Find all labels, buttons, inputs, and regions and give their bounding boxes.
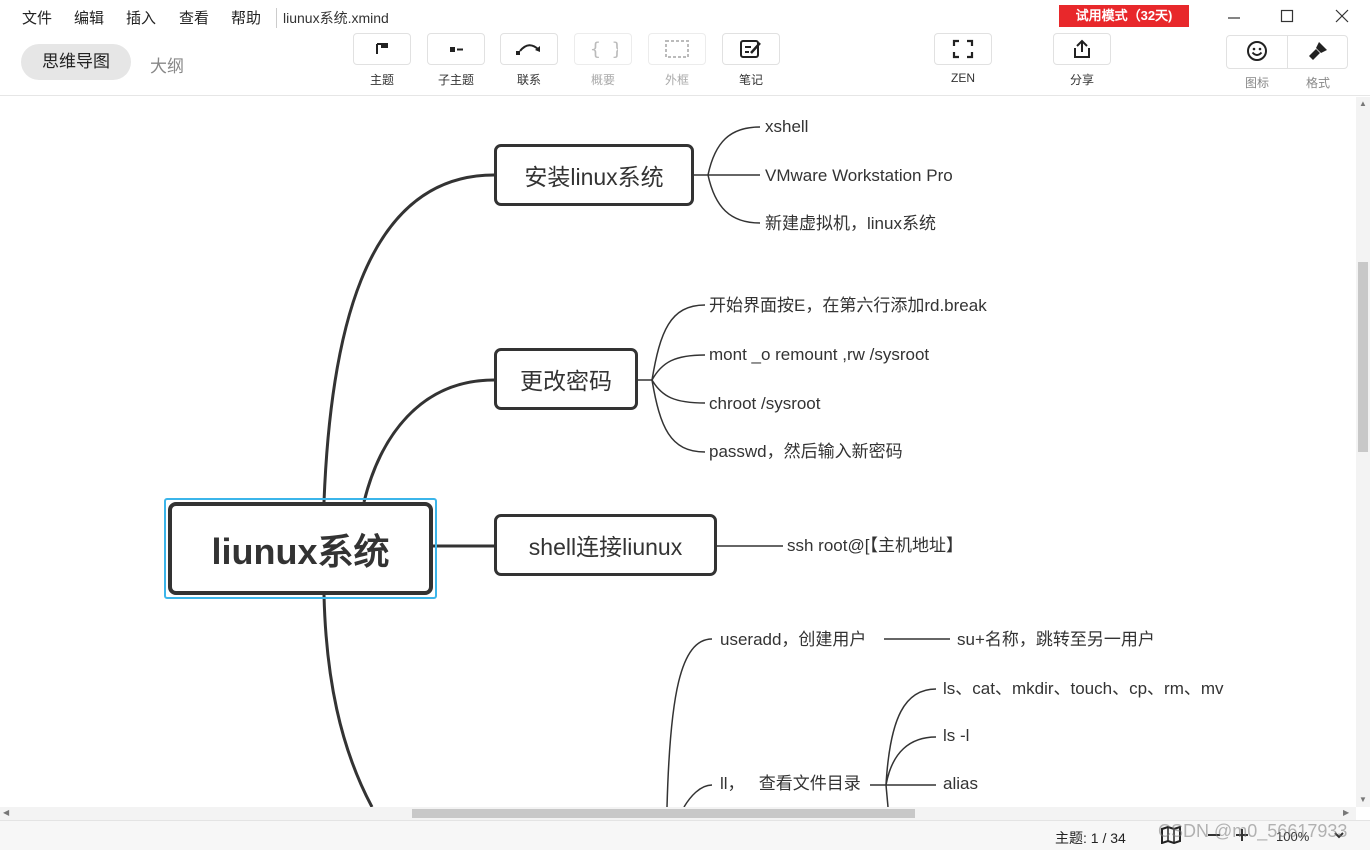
subtopic[interactable]: ll， 查看文件目录 <box>720 774 861 794</box>
subtopic[interactable]: ssh root@[【主机地址】 <box>787 536 963 556</box>
minimize-icon[interactable] <box>1219 2 1249 30</box>
scroll-up-icon[interactable]: ▲ <box>1359 99 1367 108</box>
zen-button[interactable]: ZEN <box>933 33 993 85</box>
mindmap-canvas[interactable]: liunux系统 安装linux系统 更改密码 shell连接liunux xs… <box>0 97 1370 807</box>
note-button[interactable]: 笔记 <box>721 33 781 88</box>
subtopic[interactable]: VMware Workstation Pro <box>765 166 953 186</box>
svg-text:{ }: { } <box>590 39 618 59</box>
note-icon <box>740 40 761 58</box>
share-icon <box>1074 39 1090 58</box>
main-topic[interactable]: 安装linux系统 <box>494 144 694 206</box>
boundary-icon <box>665 40 689 58</box>
topic-count: 主题: 1 / 34 <box>1055 830 1126 846</box>
subtopic[interactable]: useradd，创建用户 <box>720 630 866 650</box>
main-topic[interactable]: 更改密码 <box>494 348 638 410</box>
main-topic[interactable]: shell连接liunux <box>494 514 717 576</box>
subtopic[interactable]: mont _o remount ,rw /sysroot <box>709 345 929 365</box>
tab-outline[interactable]: 大纲 <box>150 52 184 77</box>
scroll-down-icon[interactable]: ▼ <box>1359 795 1367 804</box>
summary-icon: { } <box>590 39 618 59</box>
scroll-left-icon[interactable]: ◀ <box>3 808 9 817</box>
paint-brush-icon <box>1309 42 1327 60</box>
menu-bar: 文件 编辑 插入 查看 帮助 liunux系统.xmind 试用模式（32天) <box>0 0 1370 32</box>
relationship-icon <box>516 44 540 55</box>
format-panel-button[interactable]: 格式 <box>1288 35 1348 91</box>
subtopic[interactable]: ls、cat、mkdir、touch、cp、rm、mv <box>943 679 1224 699</box>
subtopic[interactable]: su+名称，跳转至另一用户 <box>957 630 1155 650</box>
summary-button[interactable]: { } 概要 <box>573 33 633 88</box>
zen-fullscreen-icon <box>952 39 974 59</box>
subtopic[interactable]: passwd，然后输入新密码 <box>709 442 903 462</box>
toolbar: 思维导图 大纲 主题 子主题 联系 { } 概要 外框 笔记 ZEN 分享 图标 <box>0 32 1370 96</box>
subtopic[interactable]: chroot /sysroot <box>709 394 821 414</box>
relationship-button[interactable]: 联系 <box>499 33 559 88</box>
boundary-button[interactable]: 外框 <box>647 33 707 88</box>
status-bar: 主题: 1 / 34 100% CSDN @m0_56617933 <box>0 820 1370 850</box>
subtopic-icon <box>450 47 463 52</box>
tab-mindmap[interactable]: 思维导图 <box>21 44 131 80</box>
trial-badge[interactable]: 试用模式（32天) <box>1059 5 1189 27</box>
file-title: liunux系统.xmind <box>276 8 389 28</box>
central-topic[interactable]: liunux系统 <box>168 502 433 595</box>
subtopic[interactable]: 开始界面按E，在第六行添加rd.break <box>709 296 987 316</box>
share-button[interactable]: 分享 <box>1052 33 1112 88</box>
scroll-right-icon[interactable]: ▶ <box>1343 808 1349 817</box>
subtopic-button[interactable]: 子主题 <box>426 33 486 88</box>
horizontal-scrollbar[interactable]: ◀ ▶ <box>0 807 1356 820</box>
topic-button[interactable]: 主题 <box>352 33 412 88</box>
vertical-scrollbar[interactable]: ▲ ▼ <box>1356 97 1370 807</box>
menu-insert[interactable]: 插入 <box>126 7 156 28</box>
subtopic[interactable]: alias <box>943 774 978 794</box>
vertical-scroll-thumb[interactable] <box>1358 262 1368 452</box>
subtopic[interactable]: xshell <box>765 117 808 137</box>
maximize-icon[interactable] <box>1272 2 1302 30</box>
watermark: CSDN @m0_56617933 <box>1158 821 1348 841</box>
close-icon[interactable] <box>1327 2 1357 30</box>
topic-icon <box>376 43 388 54</box>
horizontal-scroll-thumb[interactable] <box>412 809 915 818</box>
menu-view[interactable]: 查看 <box>179 7 209 28</box>
subtopic[interactable]: ls -l <box>943 726 969 746</box>
menu-edit[interactable]: 编辑 <box>74 7 104 28</box>
menu-help[interactable]: 帮助 <box>231 7 261 28</box>
subtopic[interactable]: 新建虚拟机，linux系统 <box>765 214 936 234</box>
menu-file[interactable]: 文件 <box>22 7 52 28</box>
icon-panel-button[interactable]: 图标 <box>1227 35 1287 91</box>
smiley-icon <box>1247 41 1267 61</box>
